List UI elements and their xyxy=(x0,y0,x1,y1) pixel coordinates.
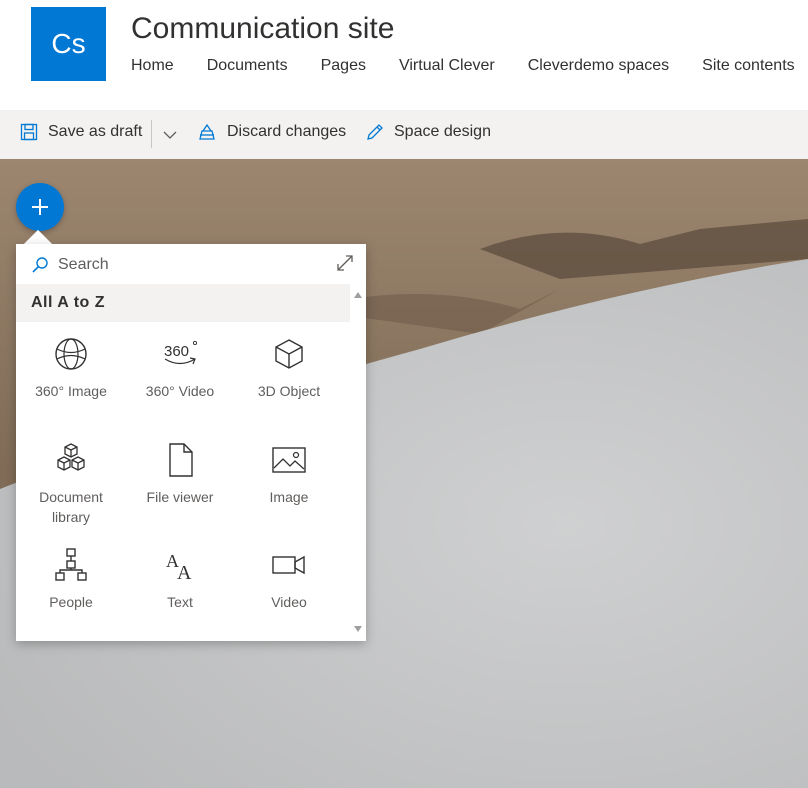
toolbox-search-input[interactable] xyxy=(58,254,318,276)
web-part-label: Text xyxy=(167,594,193,610)
web-part-label: File viewer xyxy=(146,489,214,505)
add-web-part-button[interactable] xyxy=(16,183,64,231)
web-part-toolbox: All A to Z 360° Image 360 xyxy=(16,244,366,641)
scroll-down-arrow-icon[interactable] xyxy=(354,626,362,632)
web-part-file-viewer[interactable]: File viewer xyxy=(125,442,235,507)
web-part-360-image[interactable]: 360° Image xyxy=(16,336,126,401)
web-part-label: 3D Object xyxy=(257,383,321,399)
nav-item-home[interactable]: Home xyxy=(131,57,174,75)
toolbox-scrollbar[interactable] xyxy=(350,284,366,641)
pencil-icon xyxy=(367,124,383,140)
web-part-label: People xyxy=(49,594,93,610)
plus-icon xyxy=(32,199,48,215)
web-part-360-video[interactable]: 360 360° Video xyxy=(125,336,235,401)
save-as-draft-button[interactable]: Save as draft xyxy=(20,123,142,141)
site-navigation: Home Documents Pages Virtual Clever Clev… xyxy=(131,57,808,75)
web-part-document-library[interactable]: Document library xyxy=(16,442,126,527)
nav-item-cleverdemo-spaces[interactable]: Cleverdemo spaces xyxy=(528,57,669,75)
globe-icon xyxy=(55,338,87,370)
font-size-icon: A A xyxy=(166,551,192,583)
discard-changes-label: Discard changes xyxy=(227,123,347,140)
command-separator xyxy=(151,120,152,148)
discard-changes-button[interactable]: Discard changes xyxy=(198,123,346,141)
site-logo-text: Cs xyxy=(51,28,86,59)
web-part-image[interactable]: Image xyxy=(234,442,344,507)
nav-item-virtual-clever[interactable]: Virtual Clever xyxy=(399,57,495,75)
site-header: Cs Communication site Home Documents Pag… xyxy=(0,0,808,110)
web-part-video[interactable]: Video xyxy=(234,547,344,612)
nav-item-documents[interactable]: Documents xyxy=(207,57,288,75)
command-bar: Save as draft Discard changes Space desi… xyxy=(0,110,808,159)
web-part-people[interactable]: People xyxy=(16,547,126,612)
toolbox-search-row xyxy=(16,244,366,284)
web-part-text[interactable]: A A Text xyxy=(125,547,235,612)
save-options-dropdown[interactable] xyxy=(162,127,178,143)
web-part-label: Document library xyxy=(39,489,103,525)
svg-text:360: 360 xyxy=(164,343,189,360)
web-part-label: 360° Image xyxy=(35,383,107,399)
expand-icon[interactable] xyxy=(336,254,354,272)
site-title[interactable]: Communication site xyxy=(131,12,394,46)
org-chart-icon xyxy=(55,548,87,581)
space-design-button[interactable]: Space design xyxy=(366,123,491,141)
chevron-down-icon xyxy=(163,131,177,139)
web-part-label: 360° Video xyxy=(145,383,215,399)
nav-item-site-contents[interactable]: Site contents xyxy=(702,57,795,75)
stacked-cubes-icon xyxy=(57,443,85,471)
web-part-3d-object[interactable]: 3D Object xyxy=(234,336,344,401)
search-icon xyxy=(32,257,48,273)
web-part-label: Image xyxy=(269,489,309,505)
image-icon xyxy=(272,447,306,473)
web-part-label: Video xyxy=(271,594,307,610)
save-as-draft-label: Save as draft xyxy=(48,123,143,140)
discard-icon xyxy=(199,123,215,140)
space-design-label: Space design xyxy=(394,123,491,140)
site-logo[interactable]: Cs xyxy=(31,7,106,81)
video-camera-icon xyxy=(272,555,305,575)
section-header-all-a-to-z: All A to Z xyxy=(16,284,350,322)
document-icon xyxy=(169,443,193,477)
svg-text:A: A xyxy=(177,562,192,583)
scroll-up-arrow-icon[interactable] xyxy=(354,292,362,298)
save-icon xyxy=(20,123,38,141)
video-360-icon: 360 xyxy=(164,340,198,365)
nav-item-pages[interactable]: Pages xyxy=(321,57,366,75)
cube-icon xyxy=(275,339,303,369)
